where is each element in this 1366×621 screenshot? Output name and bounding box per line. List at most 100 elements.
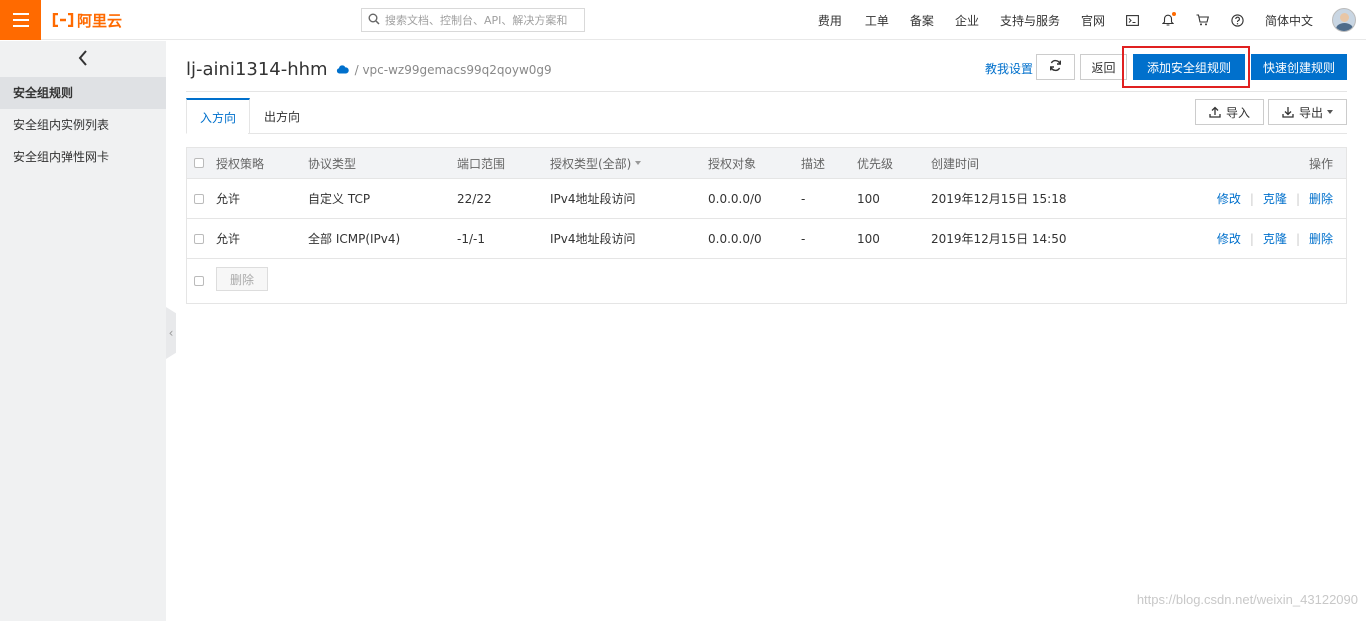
cell-auth-type: IPv4地址段访问 [550, 192, 636, 206]
separator: | [1249, 231, 1254, 246]
col-auth-type: 授权类型(全部) [550, 156, 632, 171]
select-all-checkbox[interactable] [194, 158, 204, 168]
nav-filing[interactable]: 备案 [910, 12, 934, 29]
cell-created: 2019年12月15日 15:18 [931, 192, 1067, 206]
search-input[interactable] [385, 13, 581, 27]
nav-fees[interactable]: 费用 [818, 12, 842, 29]
sidebar: 安全组规则 安全组内实例列表 安全组内弹性网卡 [0, 41, 166, 621]
chevron-left-icon [78, 49, 88, 69]
add-security-rule-button[interactable]: 添加安全组规则 [1133, 54, 1245, 80]
vpc-cloud-icon [336, 65, 349, 74]
sidebar-item-enis[interactable]: 安全组内弹性网卡 [0, 141, 166, 173]
export-label: 导出 [1298, 105, 1323, 120]
cell-target: 0.0.0.0/0 [708, 231, 762, 246]
nav-tickets[interactable]: 工单 [865, 12, 889, 29]
row-checkbox[interactable] [194, 193, 204, 204]
col-port: 端口范围 [457, 156, 506, 171]
cell-desc: - [801, 231, 806, 246]
cart-icon[interactable] [1195, 12, 1211, 28]
row-actions: 修改 | 克隆 | 删除 [1217, 179, 1333, 218]
rules-table: 授权策略 协议类型 端口范围 授权类型(全部) 授权对象 描述 优先级 创建时间… [186, 147, 1347, 304]
nav-support[interactable]: 支持与服务 [1000, 12, 1060, 29]
tab-divider [248, 133, 1347, 134]
clone-link[interactable]: 克隆 [1263, 190, 1287, 207]
row-actions: 修改 | 克隆 | 删除 [1217, 219, 1333, 258]
quick-create-rule-button[interactable]: 快速创建规则 [1251, 54, 1347, 80]
table-row: 允许 全部 ICMP(IPv4) -1/-1 IPv4地址段访问 0.0.0.0… [187, 219, 1346, 259]
tab-outbound[interactable]: 出方向 [250, 98, 314, 134]
row-checkbox[interactable] [194, 233, 204, 244]
sidebar-item-security-rules[interactable]: 安全组规则 [0, 77, 166, 109]
export-dropdown[interactable]: 导出 [1268, 99, 1347, 125]
download-icon [1282, 106, 1294, 118]
back-button[interactable]: 返回 [1080, 54, 1127, 80]
cell-priority: 100 [857, 191, 880, 206]
cell-protocol: 自定义 TCP [308, 192, 371, 206]
import-button[interactable]: 导入 [1195, 99, 1264, 125]
separator: | [1249, 191, 1254, 206]
sidebar-toggle-handle[interactable]: ‹ [166, 307, 176, 359]
sidebar-item-instances[interactable]: 安全组内实例列表 [0, 109, 166, 141]
separator: | [1295, 191, 1300, 206]
col-created: 创建时间 [931, 156, 980, 171]
cell-target: 0.0.0.0/0 [708, 191, 762, 206]
col-target: 授权对象 [708, 156, 757, 171]
sidebar-collapse-button[interactable] [0, 41, 166, 77]
brand-logo[interactable]: 阿里云 [52, 10, 122, 30]
language-switch[interactable]: 简体中文 [1265, 12, 1313, 29]
search-box[interactable] [361, 8, 585, 32]
nav-enterprise[interactable]: 企业 [955, 12, 979, 29]
col-protocol: 协议类型 [308, 156, 357, 171]
user-avatar[interactable] [1332, 8, 1356, 32]
edit-link[interactable]: 修改 [1217, 230, 1241, 247]
import-label: 导入 [1225, 105, 1250, 120]
brand-name: 阿里云 [77, 11, 123, 30]
teach-me-link[interactable]: 教我设置 [985, 60, 1033, 77]
page-title-bar: lj-aini1314-hhm / vpc-wz99gemacs99q2qoyw… [186, 59, 552, 80]
bell-icon[interactable] [1160, 12, 1176, 28]
terminal-icon[interactable] [1125, 12, 1141, 28]
top-bar: 阿里云 费用 工单 备案 企业 支持与服务 官网 简体中文 [0, 0, 1366, 40]
cell-priority: 100 [857, 231, 880, 246]
table-footer: 删除 [187, 259, 1346, 303]
col-priority: 优先级 [857, 156, 894, 171]
nav-official-site[interactable]: 官网 [1081, 12, 1105, 29]
cell-protocol: 全部 ICMP(IPv4) [308, 232, 401, 246]
edit-link[interactable]: 修改 [1217, 190, 1241, 207]
top-nav: 费用 工单 备案 企业 支持与服务 官网 简体中文 [818, 0, 1366, 40]
refresh-button[interactable] [1036, 54, 1075, 80]
cell-port: 22/22 [457, 191, 492, 206]
col-actions: 操作 [1308, 156, 1333, 171]
upload-icon [1209, 106, 1221, 118]
hamburger-icon [12, 11, 29, 29]
search-icon [368, 13, 380, 28]
menu-button[interactable] [0, 0, 41, 40]
watermark: https://blog.csdn.net/weixin_43122090 [1136, 592, 1358, 607]
help-icon[interactable] [1230, 12, 1246, 28]
title-divider [186, 91, 1347, 92]
aliyun-logo-icon [52, 13, 74, 27]
caret-down-icon [1327, 110, 1333, 114]
tab-inbound[interactable]: 入方向 [186, 98, 251, 134]
vpc-breadcrumb[interactable]: / vpc-wz99gemacs99q2qoyw0g9 [355, 63, 552, 77]
clone-link[interactable]: 克隆 [1263, 230, 1287, 247]
delete-link[interactable]: 删除 [1309, 230, 1333, 247]
separator: | [1295, 231, 1300, 246]
refresh-icon [1049, 59, 1062, 75]
cell-desc: - [801, 191, 806, 206]
cell-auth-type: IPv4地址段访问 [550, 232, 636, 246]
bulk-delete-button[interactable]: 删除 [216, 267, 268, 291]
col-desc: 描述 [801, 156, 826, 171]
table-header: 授权策略 协议类型 端口范围 授权类型(全部) 授权对象 描述 优先级 创建时间… [187, 148, 1346, 179]
delete-link[interactable]: 删除 [1309, 190, 1333, 207]
filter-caret-icon [635, 161, 642, 165]
cell-policy: 允许 [216, 232, 241, 246]
col-policy: 授权策略 [216, 156, 265, 171]
cell-created: 2019年12月15日 14:50 [931, 232, 1067, 246]
col-auth-type-filter[interactable]: 授权类型(全部) [550, 148, 642, 178]
footer-select-checkbox[interactable] [194, 276, 204, 286]
notification-dot [1171, 12, 1176, 16]
cell-port: -1/-1 [457, 231, 485, 246]
direction-tabs: 入方向 出方向 [186, 98, 314, 134]
cell-policy: 允许 [216, 192, 241, 206]
